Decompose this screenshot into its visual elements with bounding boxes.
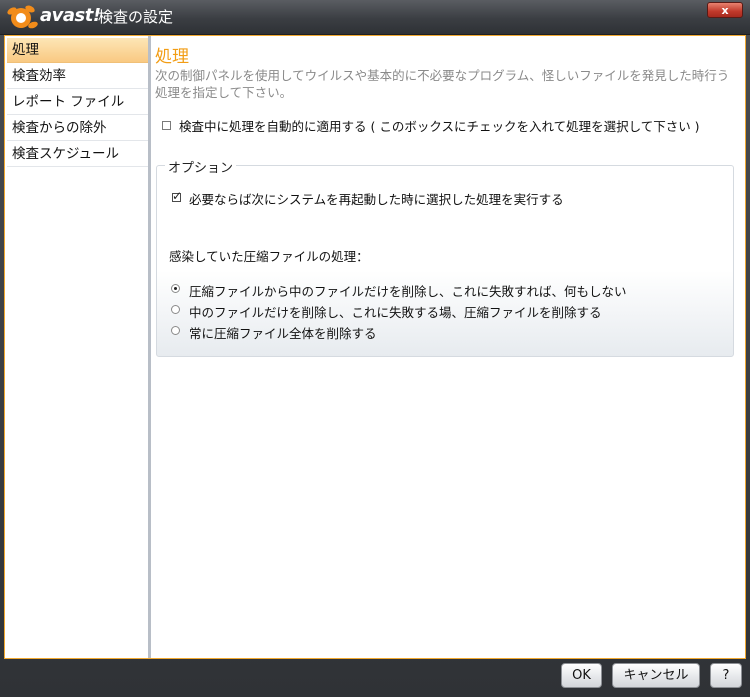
main-content: 処理 次の制御パネルを使用してウイルスや基本的に不必要なプログラム、怪しいファイ…: [151, 36, 745, 656]
cancel-button[interactable]: キャンセル: [612, 663, 700, 688]
sidebar: 処理 検査効率 レポート ファイル 検査からの除外 検査スケジュール: [5, 36, 148, 654]
auto-apply-checkbox[interactable]: [162, 121, 171, 130]
close-button[interactable]: x: [707, 2, 743, 18]
archive-option-delete-inner-radio[interactable]: [171, 284, 180, 293]
sidebar-item-actions[interactable]: 処理: [7, 38, 148, 63]
help-button[interactable]: ?: [710, 663, 742, 688]
sidebar-item-label: 検査スケジュール: [12, 146, 120, 162]
archive-option-delete-archive-radio[interactable]: [171, 305, 180, 314]
ok-button[interactable]: OK: [561, 663, 602, 688]
sidebar-item-exclusions[interactable]: 検査からの除外: [7, 116, 148, 141]
archive-option-label[interactable]: 常に圧縮ファイル全体を削除する: [189, 323, 377, 342]
settings-window: avast! 検査の設定 x 処理 検査効率 レポート ファイル 検査からの除外…: [0, 0, 750, 697]
archive-option-delete-all-radio[interactable]: [171, 326, 180, 335]
page-description: 次の制御パネルを使用してウイルスや基本的に不必要なプログラム、怪しいファイルを発…: [155, 68, 730, 100]
options-group: オプション ✓ 必要ならば次にシステムを再起動した時に選択した処理を実行する 感…: [156, 157, 734, 357]
sidebar-item-report-file[interactable]: レポート ファイル: [7, 90, 148, 115]
title-bar: avast! 検査の設定 x: [0, 0, 750, 35]
close-icon[interactable]: x: [721, 4, 728, 17]
auto-apply-label[interactable]: 検査中に処理を自動的に適用する ( このボックスにチェックを入れて処理を選択して…: [179, 116, 700, 135]
page-title: 処理: [155, 47, 189, 67]
archive-option-label[interactable]: 圧縮ファイルから中のファイルだけを削除し、これに失敗すれば、何もしない: [189, 281, 627, 300]
checkmark-icon: ✓: [172, 189, 183, 203]
sidebar-item-schedule[interactable]: 検査スケジュール: [7, 142, 148, 167]
sidebar-item-performance[interactable]: 検査効率: [7, 64, 148, 89]
sidebar-item-label: レポート ファイル: [12, 94, 125, 110]
archive-option-label[interactable]: 中のファイルだけを削除し、これに失敗する場、圧縮ファイルを削除する: [189, 302, 602, 321]
sidebar-item-label: 検査効率: [12, 68, 66, 84]
window-title: 検査の設定: [98, 8, 174, 26]
reboot-action-label[interactable]: 必要ならば次にシステムを再起動した時に選択した処理を実行する: [189, 189, 564, 208]
brand-name: avast!: [40, 5, 101, 26]
avast-logo: avast!: [6, 3, 101, 31]
archive-heading: 感染していた圧縮ファイルの処理：: [169, 249, 369, 264]
avast-logo-icon: [7, 5, 38, 29]
settings-panel: 処理 検査効率 レポート ファイル 検査からの除外 検査スケジュール 処理 次の…: [4, 35, 746, 659]
options-legend: オプション: [165, 157, 237, 176]
sidebar-item-label: 検査からの除外: [12, 120, 107, 136]
reboot-action-checkbox[interactable]: ✓: [172, 189, 183, 203]
sidebar-item-label: 処理: [12, 42, 39, 58]
